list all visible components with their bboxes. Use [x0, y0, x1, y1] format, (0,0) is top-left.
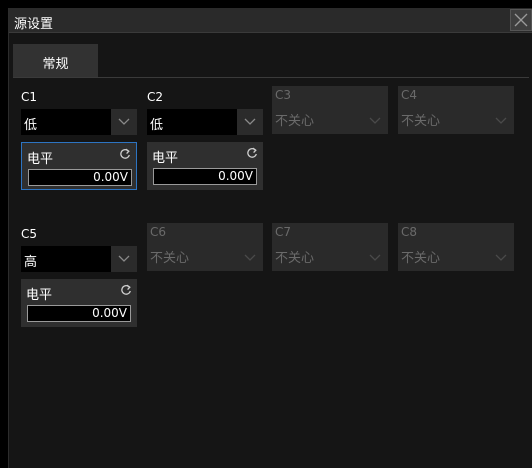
- channel-c7-select: C7 不关心: [272, 223, 388, 271]
- channel-c7-value: 不关心: [275, 251, 315, 266]
- channel-c5-value: 高: [24, 255, 38, 270]
- channel-c2-label: C2: [147, 90, 164, 104]
- chevron-down-icon: [488, 108, 514, 134]
- channel-c5-level-input[interactable]: 0.00V: [27, 305, 131, 322]
- channel-c7-label: C7: [275, 225, 292, 239]
- refresh-icon[interactable]: [119, 148, 131, 160]
- channel-c1-select[interactable]: 低: [21, 109, 137, 135]
- chevron-down-icon: [237, 245, 263, 271]
- channel-c3-value: 不关心: [275, 114, 315, 129]
- refresh-icon[interactable]: [120, 284, 132, 296]
- channel-c3-select: C3 不关心: [272, 86, 388, 134]
- channel-c2-level-box[interactable]: 电平 0.00V: [147, 142, 263, 190]
- channel-c8-value: 不关心: [401, 251, 441, 266]
- channel-c4-label: C4: [401, 88, 418, 102]
- channel-c2-level-label: 电平: [152, 151, 179, 166]
- channel-c4-value: 不关心: [401, 114, 441, 129]
- source-settings-dialog: 源设置 常规 C1 低 C2 低 C3 不关心 C4 不关心 电平 0.00V …: [8, 8, 532, 468]
- channel-c1-level-input[interactable]: 0.00V: [28, 169, 132, 186]
- channel-c5-select[interactable]: 高: [21, 246, 137, 272]
- chevron-down-icon: [111, 246, 137, 272]
- tab-divider: [13, 77, 529, 78]
- dialog-title: 源设置: [14, 17, 54, 32]
- chevron-down-icon: [488, 245, 514, 271]
- channel-c5-level-box[interactable]: 电平 0.00V: [21, 279, 137, 327]
- channel-c1-value: 低: [24, 118, 38, 133]
- channel-c8-select: C8 不关心: [398, 223, 514, 271]
- channel-c1-level-box[interactable]: 电平 0.00V: [21, 142, 137, 190]
- refresh-icon[interactable]: [246, 147, 258, 159]
- close-icon: [514, 13, 528, 27]
- channel-c8-label: C8: [401, 225, 418, 239]
- channel-c5-label: C5: [21, 227, 38, 241]
- channel-c1-label: C1: [21, 90, 38, 104]
- chevron-down-icon: [362, 245, 388, 271]
- channel-c6-select: C6 不关心: [147, 223, 263, 271]
- title-bar: 源设置: [9, 8, 532, 33]
- channel-c2-select[interactable]: 低: [147, 109, 263, 135]
- channel-c1-level-label: 电平: [27, 152, 54, 167]
- channel-c5-level-label: 电平: [26, 288, 53, 303]
- channel-c3-label: C3: [275, 88, 292, 102]
- close-button[interactable]: [510, 9, 532, 31]
- chevron-down-icon: [362, 108, 388, 134]
- chevron-down-icon: [111, 109, 137, 135]
- tab-general-label: 常规: [42, 57, 69, 72]
- channel-c4-select: C4 不关心: [398, 86, 514, 134]
- chevron-down-icon: [237, 109, 263, 135]
- channel-c6-label: C6: [150, 225, 167, 239]
- tab-general[interactable]: 常规: [13, 44, 98, 77]
- channel-c2-level-input[interactable]: 0.00V: [153, 168, 257, 185]
- channel-c2-value: 低: [150, 118, 164, 133]
- channel-c6-value: 不关心: [150, 251, 190, 266]
